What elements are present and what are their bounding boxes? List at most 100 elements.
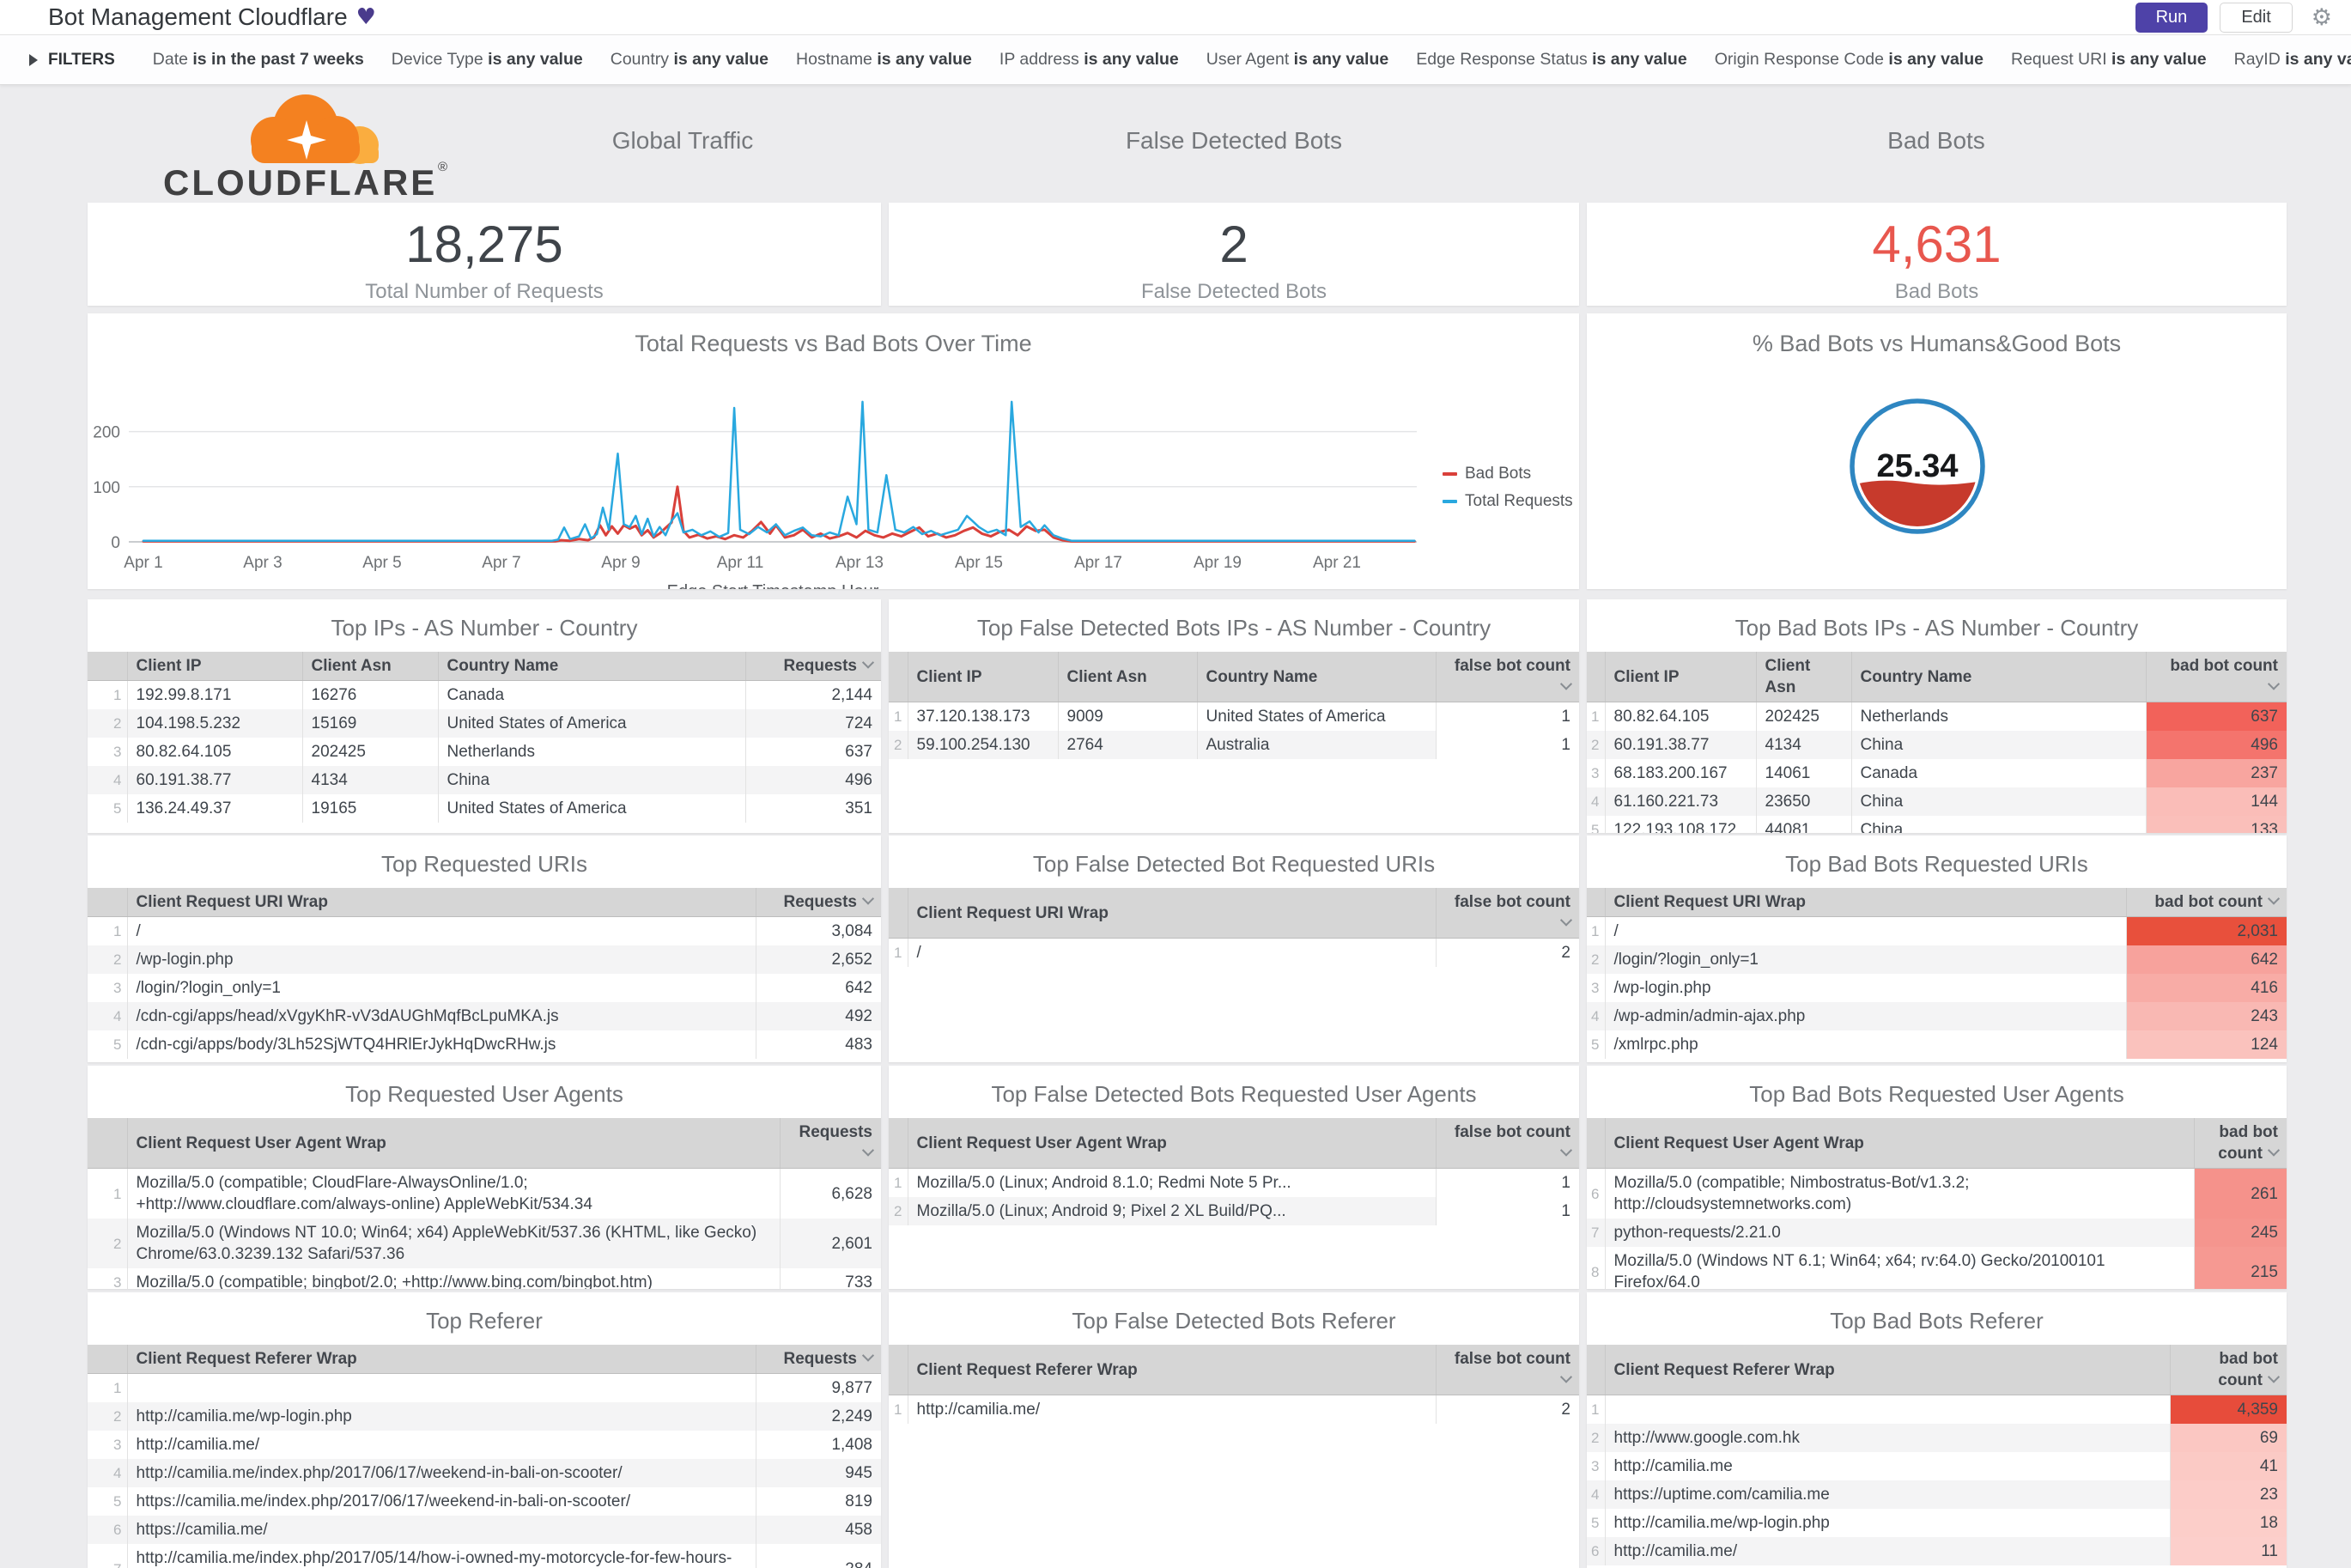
value-cell: 284 (755, 1544, 881, 1568)
svg-text:Apr 13: Apr 13 (835, 554, 884, 572)
row-number: 5 (113, 1036, 122, 1053)
filter-item[interactable]: Edge Response Status is any value (1416, 50, 1686, 69)
column-header (1587, 1118, 1605, 1169)
row-number: 1 (1591, 1401, 1600, 1418)
filters-expand-icon[interactable] (29, 53, 38, 66)
sortable-column-header[interactable]: Requests (755, 888, 881, 917)
panel-false-uris: Top False Detected Bot Requested URIs Cl… (889, 836, 1579, 1062)
data-cell: Mozilla/5.0 (compatible; Nimbostratus-Bo… (1604, 1168, 2194, 1219)
row-number: 3 (113, 980, 122, 996)
sortable-column-header[interactable]: false bot count (1435, 1118, 1579, 1169)
value-cell: 3,084 (755, 916, 881, 945)
table-row: 5 https://camilia.me/index.php/2017/06/17… (88, 1487, 881, 1516)
edit-button[interactable]: Edit (2220, 2, 2293, 33)
svg-text:Apr 21: Apr 21 (1313, 554, 1361, 572)
row-number: 1 (894, 1401, 902, 1418)
table-row: 7 python-requests/2.21.0 245 (1587, 1219, 2287, 1247)
filters-label[interactable]: FILTERS (48, 51, 115, 70)
column-header: Country Name (1196, 652, 1436, 702)
data-cell: /wp-admin/admin-ajax.php (1604, 1002, 2126, 1030)
value-cell: 6,628 (779, 1168, 881, 1219)
filter-item[interactable]: User Agent is any value (1206, 50, 1388, 69)
data-cell: http://camilia.me/ (1604, 1537, 2170, 1565)
data-cell: 60.191.38.77 (1604, 731, 1756, 759)
filter-item[interactable]: Origin Response Code is any value (1715, 50, 1983, 69)
row-number: 5 (1591, 1515, 1600, 1531)
sortable-column-header[interactable]: Requests (779, 1118, 881, 1169)
filter-item[interactable]: Device Type is any value (392, 50, 583, 69)
filter-item[interactable]: Date is in the past 7 weeks (153, 50, 364, 69)
false-referer-table: Client Request Referer Wrap false bot cou… (889, 1345, 1579, 1424)
column-header (88, 1118, 127, 1169)
row-number: 1 (113, 923, 122, 939)
run-button[interactable]: Run (2135, 2, 2208, 33)
chart-legend: Bad Bots Total Requests (1443, 465, 1573, 520)
panel-title: Top Bad Bots Requested User Agents (1749, 1081, 2124, 1107)
panel-title: Top Referer (426, 1308, 543, 1334)
row-number: 2 (1591, 737, 1600, 753)
data-cell: 19165 (301, 794, 438, 823)
filter-item[interactable]: IP address is any value (999, 50, 1179, 69)
sortable-column-header[interactable]: bad bot count (2193, 1118, 2287, 1169)
row-number: 1 (113, 1185, 122, 1202)
data-cell: http://camilia.me/index.php/2017/06/17/w… (126, 1459, 756, 1487)
data-cell: https://camilia.me/index.php/2017/06/17/… (126, 1487, 756, 1516)
row-number: 4 (113, 772, 122, 788)
filter-item[interactable]: Country is any value (611, 50, 768, 69)
value-cell: 819 (755, 1487, 881, 1516)
gear-icon[interactable]: ⚙ (2312, 4, 2332, 31)
column-header: Client Request Referer Wrap (907, 1345, 1436, 1395)
legend-item[interactable]: Bad Bots (1443, 465, 1573, 483)
sortable-column-header[interactable]: bad bot count (2169, 1345, 2287, 1395)
data-cell: 9009 (1057, 702, 1197, 731)
data-cell: http://camilia.me/wp-login.php (1604, 1509, 2170, 1537)
row-number: 4 (1591, 1486, 1600, 1503)
data-cell: /cdn-cgi/apps/body/3Lh52SjWTQ4HRlErJykHq… (126, 1030, 756, 1059)
value-cell: 2,652 (755, 945, 881, 974)
data-cell (1604, 1395, 2170, 1424)
svg-text:100: 100 (93, 479, 120, 497)
sortable-column-header[interactable]: false bot count (1435, 1345, 1579, 1395)
row-number: 2 (894, 737, 902, 753)
table-row: 2 59.100.254.130 2764 Australia 1 (889, 731, 1579, 759)
value-cell: 144 (2145, 787, 2287, 816)
row-number: 4 (113, 1008, 122, 1024)
filter-item[interactable]: Request URI is any value (2011, 50, 2207, 69)
data-cell: Mozilla/5.0 (Linux; Android 8.1.0; Redmi… (907, 1168, 1436, 1197)
column-header (889, 1345, 908, 1395)
row-number: 1 (113, 1380, 122, 1396)
data-cell: /wp-login.php (1604, 974, 2126, 1002)
data-cell: http://camilia.me (1604, 1452, 2170, 1480)
table-row: 3 Mozilla/5.0 (compatible; bingbot/2.0; +… (88, 1268, 881, 1289)
svg-text:Apr 17: Apr 17 (1074, 554, 1122, 572)
sortable-column-header[interactable]: false bot count (1435, 888, 1579, 939)
sortable-column-header[interactable]: false bot count (1435, 652, 1579, 702)
kpi-total-requests: 18,275 Total Number of Requests (88, 203, 881, 306)
value-cell: 237 (2145, 759, 2287, 787)
sortable-column-header[interactable]: bad bot count (2125, 888, 2287, 917)
filter-item[interactable]: Hostname is any value (796, 50, 972, 69)
data-cell: http://camilia.me/ (126, 1431, 756, 1459)
panel-bad-uris: Top Bad Bots Requested URIs Client Reque… (1587, 836, 2287, 1062)
panel-title: Top Requested User Agents (345, 1081, 623, 1107)
sortable-column-header[interactable]: bad bot count (2145, 652, 2287, 702)
row-number: 5 (113, 1493, 122, 1510)
row-number: 3 (1591, 765, 1600, 781)
gauge-panel[interactable]: % Bad Bots vs Humans&Good Bots 25.34 (1587, 313, 2287, 589)
legend-item[interactable]: Total Requests (1443, 492, 1573, 511)
kpi-false-detected-bots: 2 False Detected Bots (889, 203, 1579, 306)
timeseries-chart-panel[interactable]: Total Requests vs Bad Bots Over Time 0 10… (88, 313, 1579, 589)
data-cell: Canada (1850, 759, 2146, 787)
sortable-column-header[interactable]: Requests (755, 1345, 881, 1374)
value-cell: 2,601 (779, 1219, 881, 1268)
panel-title: Top Requested URIs (381, 851, 587, 877)
data-cell: Mozilla/5.0 (compatible; bingbot/2.0; +h… (126, 1268, 780, 1289)
filter-item[interactable]: RayID is any value (2234, 50, 2351, 69)
column-header (1587, 652, 1605, 702)
svg-text:Apr 11: Apr 11 (717, 554, 764, 572)
svg-text:Apr 19: Apr 19 (1194, 554, 1242, 572)
column-header (1587, 888, 1605, 917)
value-cell: 4,359 (2169, 1395, 2287, 1424)
data-cell: Mozilla/5.0 (Linux; Android 9; Pixel 2 X… (907, 1197, 1436, 1225)
sortable-column-header[interactable]: Requests (744, 652, 881, 681)
